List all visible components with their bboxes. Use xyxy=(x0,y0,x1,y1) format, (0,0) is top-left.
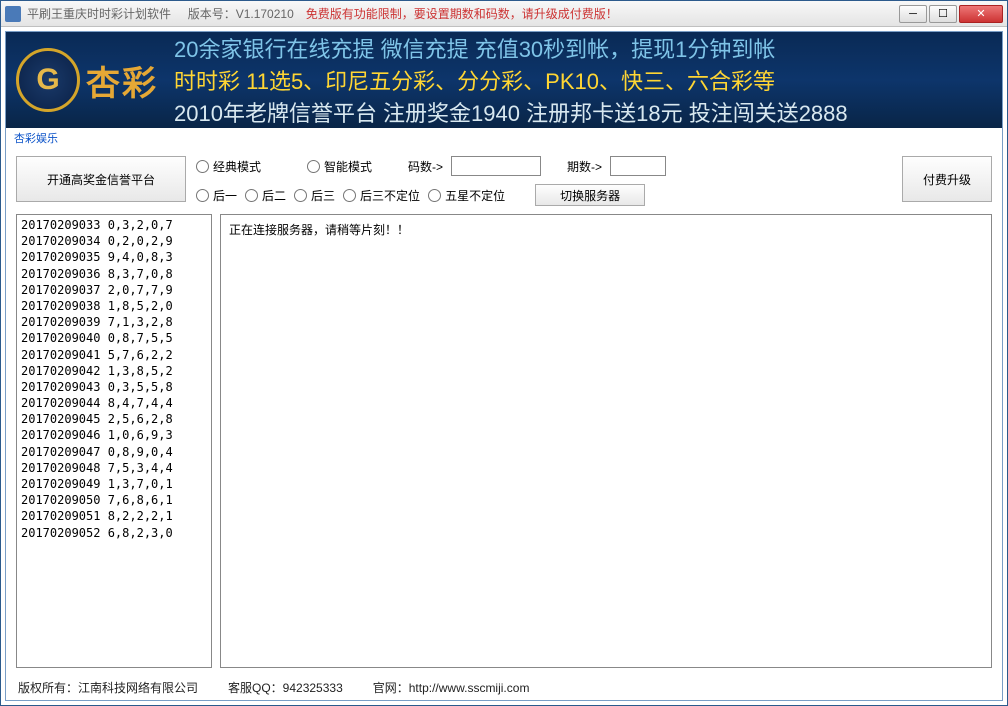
title-warning: 免费版有功能限制，要设置期数和码数，请升级成付费版！ xyxy=(306,5,618,22)
app-window: 平刷王重庆时时彩计划软件 版本号：V1.170210 免费版有功能限制，要设置期… xyxy=(0,0,1008,706)
radio-smart-mode[interactable]: 智能模式 xyxy=(307,158,372,175)
history-item[interactable]: 20170209046 1,0,6,9,3 xyxy=(21,427,207,443)
banner-line3: 2010年老牌信誉平台 注册奖金1940 注册邦卡送18元 投注闯关送2888 xyxy=(174,96,848,128)
radio-classic-input[interactable] xyxy=(196,160,209,173)
history-item[interactable]: 20170209034 0,2,0,2,9 xyxy=(21,233,207,249)
mid-controls: 经典模式 智能模式 码数-> 期数-> xyxy=(196,156,892,206)
history-item[interactable]: 20170209033 0,3,2,0,7 xyxy=(21,217,207,233)
radio-wuxing-label: 五星不定位 xyxy=(445,187,505,204)
footer-site: 官网：http://www.sscmiji.com xyxy=(373,679,530,696)
radio-hou2[interactable]: 后二 xyxy=(245,187,286,204)
radio-classic-mode[interactable]: 经典模式 xyxy=(196,158,261,175)
history-item[interactable]: 20170209052 6,8,2,3,0 xyxy=(21,525,207,541)
radio-hou3b-input[interactable] xyxy=(343,189,356,202)
history-item[interactable]: 20170209050 7,6,8,6,1 xyxy=(21,492,207,508)
ad-banner[interactable]: G 杏彩 20余家银行在线充提 微信充提 充值30秒到帐，提现1分钟到帐 时时彩… xyxy=(6,32,1002,128)
radio-hou3-budingwei[interactable]: 后三不定位 xyxy=(343,187,420,204)
controls-row: 开通高奖金信誉平台 经典模式 智能模式 码数-> xyxy=(6,148,1002,214)
app-icon xyxy=(5,6,21,22)
history-item[interactable]: 20170209040 0,8,7,5,5 xyxy=(21,330,207,346)
maximize-button[interactable]: ☐ xyxy=(929,5,957,23)
radio-hou1-label: 后一 xyxy=(213,187,237,204)
radio-wuxing-budingwei[interactable]: 五星不定位 xyxy=(428,187,505,204)
log-message: 正在连接服务器，请稍等片刻！！ xyxy=(229,223,409,237)
radio-hou1[interactable]: 后一 xyxy=(196,187,237,204)
radio-hou1-input[interactable] xyxy=(196,189,209,202)
position-row: 后一 后二 后三 后三不定位 xyxy=(196,184,892,206)
banner-lines: 20余家银行在线充提 微信充提 充值30秒到帐，提现1分钟到帐 时时彩 11选5… xyxy=(174,32,848,128)
history-item[interactable]: 20170209037 2,0,7,7,9 xyxy=(21,282,207,298)
ma-input[interactable] xyxy=(451,156,541,176)
open-platform-button[interactable]: 开通高奖金信誉平台 xyxy=(16,156,186,202)
close-button[interactable]: ✕ xyxy=(959,5,1003,23)
radio-smart-label: 智能模式 xyxy=(324,158,372,175)
mode-row: 经典模式 智能模式 码数-> 期数-> xyxy=(196,156,892,176)
history-item[interactable]: 20170209047 0,8,9,0,4 xyxy=(21,444,207,460)
history-item[interactable]: 20170209042 1,3,8,5,2 xyxy=(21,363,207,379)
footer-copyright: 版权所有：江南科技网络有限公司 xyxy=(18,679,198,696)
app-title: 平刷王重庆时时彩计划软件 版本号：V1.170210 xyxy=(27,5,294,22)
history-item[interactable]: 20170209049 1,3,7,0,1 xyxy=(21,476,207,492)
radio-hou2-input[interactable] xyxy=(245,189,258,202)
footer: 版权所有：江南科技网络有限公司 客服QQ：942325333 官网：http:/… xyxy=(6,674,1002,700)
radio-hou3b-label: 后三不定位 xyxy=(360,187,420,204)
history-item[interactable]: 20170209041 5,7,6,2,2 xyxy=(21,347,207,363)
ma-label: 码数-> xyxy=(408,158,443,175)
footer-qq: 客服QQ：942325333 xyxy=(228,679,343,696)
history-item[interactable]: 20170209045 2,5,6,2,8 xyxy=(21,411,207,427)
logo-glyph: G xyxy=(36,63,59,97)
banner-line2: 时时彩 11选5、印尼五分彩、分分彩、PK10、快三、六合彩等 xyxy=(174,64,848,96)
upgrade-button[interactable]: 付费升级 xyxy=(902,156,992,202)
app-name-text: 平刷王重庆时时彩计划软件 xyxy=(27,7,171,21)
banner-line1: 20余家银行在线充提 微信充提 充值30秒到帐，提现1分钟到帐 xyxy=(174,32,848,64)
radio-hou3[interactable]: 后三 xyxy=(294,187,335,204)
history-item[interactable]: 20170209051 8,2,2,2,1 xyxy=(21,508,207,524)
banner-brand: 杏彩 xyxy=(86,56,158,105)
small-link[interactable]: 杏彩娱乐 xyxy=(6,128,1002,148)
history-item[interactable]: 20170209043 0,3,5,5,8 xyxy=(21,379,207,395)
content-row: 20170209033 0,3,2,0,720170209034 0,2,0,2… xyxy=(6,214,1002,674)
radio-hou2-label: 后二 xyxy=(262,187,286,204)
qi-label: 期数-> xyxy=(567,158,602,175)
log-panel[interactable]: 正在连接服务器，请稍等片刻！！ xyxy=(220,214,992,668)
history-item[interactable]: 20170209036 8,3,7,0,8 xyxy=(21,266,207,282)
switch-server-button[interactable]: 切换服务器 xyxy=(535,184,645,206)
history-list[interactable]: 20170209033 0,3,2,0,720170209034 0,2,0,2… xyxy=(16,214,212,668)
history-item[interactable]: 20170209038 1,8,5,2,0 xyxy=(21,298,207,314)
radio-smart-input[interactable] xyxy=(307,160,320,173)
history-item[interactable]: 20170209048 7,5,3,4,4 xyxy=(21,460,207,476)
qi-input[interactable] xyxy=(610,156,666,176)
radio-hou3-label: 后三 xyxy=(311,187,335,204)
minimize-button[interactable]: ─ xyxy=(899,5,927,23)
radio-classic-label: 经典模式 xyxy=(213,158,261,175)
history-item[interactable]: 20170209044 8,4,7,4,4 xyxy=(21,395,207,411)
banner-logo-icon: G xyxy=(16,48,80,112)
radio-wuxing-input[interactable] xyxy=(428,189,441,202)
history-item[interactable]: 20170209035 9,4,0,8,3 xyxy=(21,249,207,265)
titlebar: 平刷王重庆时时彩计划软件 版本号：V1.170210 免费版有功能限制，要设置期… xyxy=(1,1,1007,27)
version-text: 版本号：V1.170210 xyxy=(188,7,294,21)
history-item[interactable]: 20170209039 7,1,3,2,8 xyxy=(21,314,207,330)
client-area: G 杏彩 20余家银行在线充提 微信充提 充值30秒到帐，提现1分钟到帐 时时彩… xyxy=(5,31,1003,701)
radio-hou3-input[interactable] xyxy=(294,189,307,202)
